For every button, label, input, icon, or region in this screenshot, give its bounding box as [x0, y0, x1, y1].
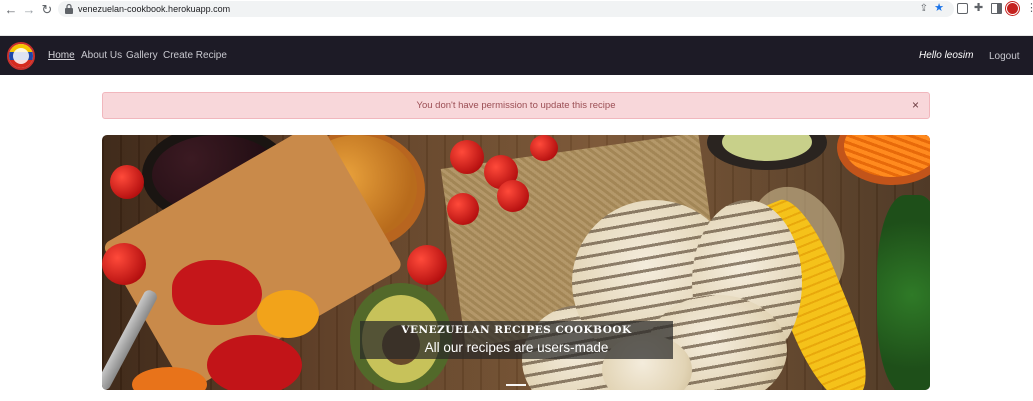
address-bar[interactable]: venezuelan-cookbook.herokuapp.com ⇪ ★ — [58, 1, 954, 17]
nav-link-home[interactable]: Home — [48, 50, 75, 62]
user-greeting: Hello leosim — [919, 50, 974, 61]
carousel-caption: VENEZUELAN RECIPES COOKBOOK All our reci… — [360, 321, 673, 359]
hero-carousel: VENEZUELAN RECIPES COOKBOOK All our reci… — [102, 135, 930, 390]
nav-link-create-recipe[interactable]: Create Recipe — [163, 50, 227, 62]
caption-subtitle: All our recipes are users-made — [424, 340, 609, 355]
forward-icon[interactable]: → — [22, 3, 36, 17]
url-text: venezuelan-cookbook.herokuapp.com — [78, 4, 231, 14]
puzzle-icon[interactable]: ✚ — [974, 3, 985, 14]
more-icon[interactable]: ⋮ — [1026, 2, 1033, 14]
carousel-indicator[interactable] — [506, 384, 526, 386]
lock-icon — [65, 3, 73, 14]
site-logo[interactable] — [7, 42, 35, 70]
caption-title: VENEZUELAN RECIPES COOKBOOK — [401, 324, 632, 336]
star-icon[interactable]: ★ — [934, 2, 944, 15]
sidebar-icon[interactable] — [991, 3, 1002, 14]
site-navbar: Home About Us Gallery Create Recipe Hell… — [0, 36, 1033, 75]
logout-link[interactable]: Logout — [989, 51, 1020, 63]
profile-avatar[interactable] — [1006, 2, 1019, 15]
back-icon[interactable]: ← — [4, 3, 18, 17]
permission-alert: You don't have permission to update this… — [102, 92, 930, 119]
nav-link-about-us[interactable]: About Us — [81, 50, 122, 62]
close-icon[interactable]: × — [912, 99, 919, 112]
reload-icon[interactable]: ↻ — [40, 3, 54, 17]
browser-toolbar: ← → ↻ venezuelan-cookbook.herokuapp.com … — [0, 0, 1033, 36]
share-icon[interactable]: ⇪ — [920, 3, 928, 15]
carousel-indicators — [102, 373, 930, 390]
extension-icon[interactable] — [957, 3, 968, 14]
nav-link-gallery[interactable]: Gallery — [126, 50, 158, 62]
alert-message: You don't have permission to update this… — [416, 100, 616, 111]
